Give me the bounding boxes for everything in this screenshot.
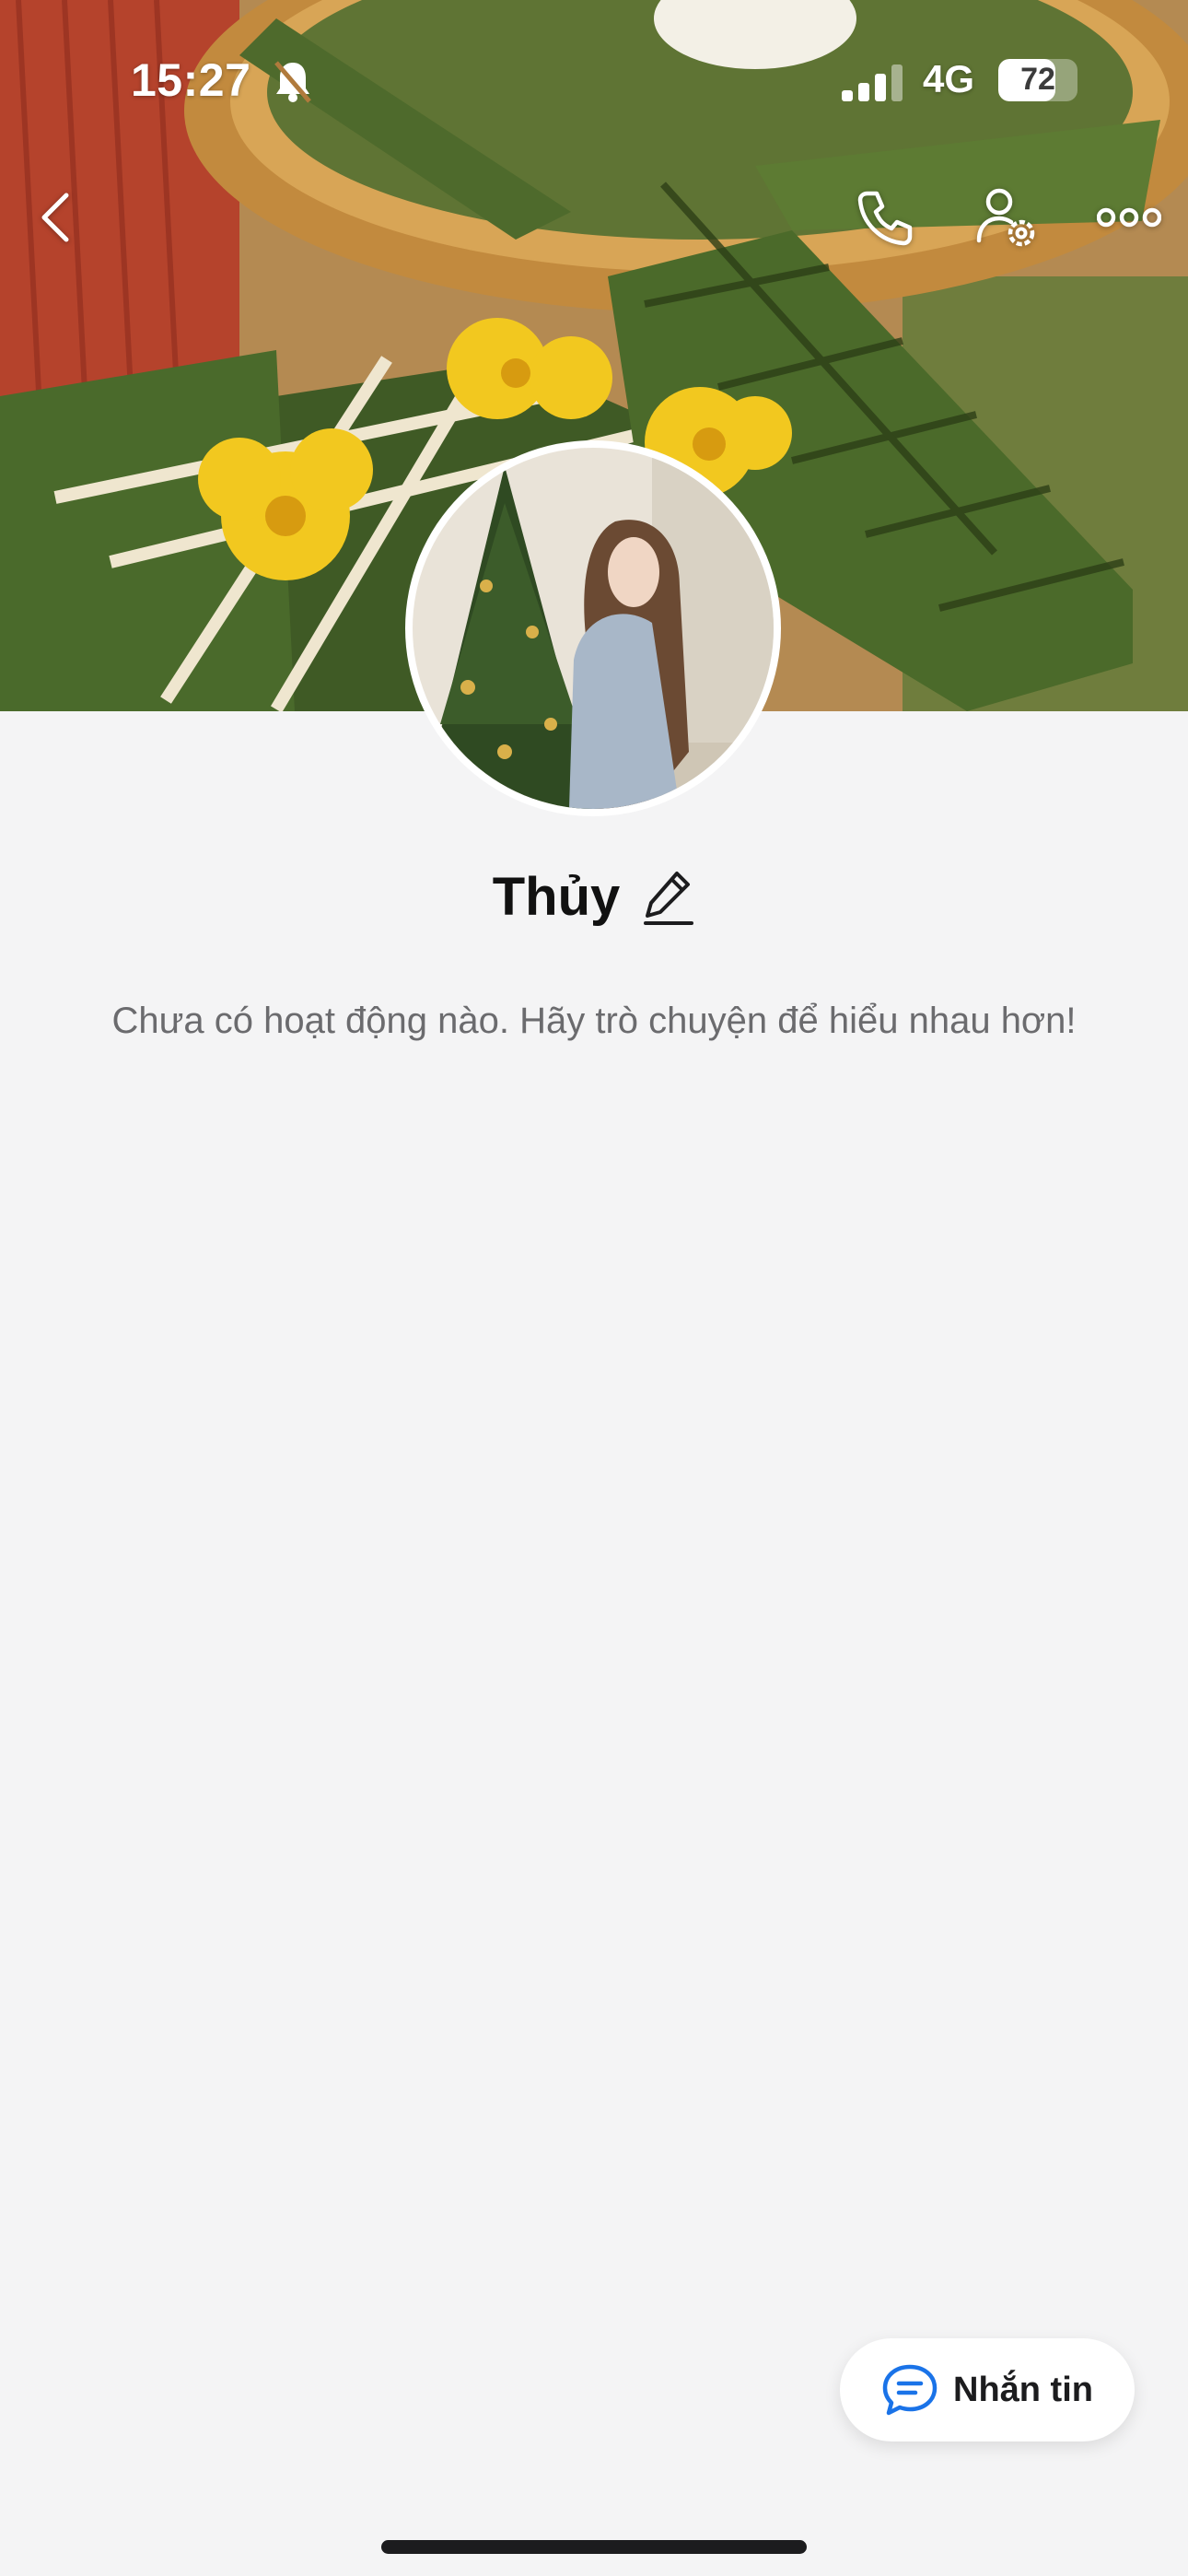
more-dots-icon	[1097, 207, 1161, 228]
chevron-left-icon	[41, 193, 69, 242]
user-settings-button[interactable]	[963, 173, 1052, 262]
battery-level: 72	[1020, 62, 1055, 97]
chat-bubble-icon	[882, 2364, 938, 2416]
profile-name-row: Thủy	[0, 864, 1188, 929]
avatar-image	[413, 448, 774, 809]
more-button[interactable]	[1085, 173, 1173, 262]
home-indicator[interactable]	[381, 2540, 807, 2554]
edit-name-button[interactable]	[640, 864, 695, 929]
back-button[interactable]	[11, 173, 99, 262]
call-button[interactable]	[840, 173, 928, 262]
message-button[interactable]: Nhắn tin	[840, 2338, 1135, 2441]
profile-screen: 15:27 4G 72 Thủy Chưa có hoạt động nào. …	[0, 0, 1188, 2576]
avatar[interactable]	[405, 440, 781, 816]
phone-icon	[857, 191, 913, 246]
pencil-icon	[644, 872, 694, 925]
message-button-label: Nhắn tin	[953, 2370, 1093, 2409]
network-type: 4G	[923, 57, 975, 100]
battery-indicator: 72	[998, 59, 1077, 101]
empty-activity-text: Chưa có hoạt động nào. Hãy trò chuyện để…	[111, 1001, 1077, 1041]
status-time: 15:27	[131, 54, 251, 106]
bell-muted-icon	[274, 61, 311, 103]
signal-icon	[842, 64, 903, 101]
profile-name: Thủy	[492, 866, 621, 927]
user-settings-icon	[976, 188, 1035, 247]
